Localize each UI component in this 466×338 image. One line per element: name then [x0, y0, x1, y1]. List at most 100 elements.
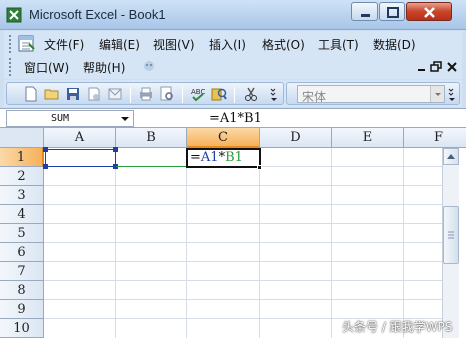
menu-tools[interactable]: 工具(T) [318, 36, 359, 53]
save-icon[interactable] [65, 86, 81, 102]
menu-grip[interactable] [9, 58, 12, 76]
cell-c1-formula: =A1*B1 [190, 150, 243, 165]
close-icon [424, 7, 435, 18]
column-header-c[interactable]: C [187, 128, 260, 148]
worksheet-grid: A B C D E F 1 2 3 4 5 6 7 8 9 10 =A1*B1 [0, 128, 466, 338]
toolbar-options-icon[interactable] [269, 86, 279, 102]
menu-insert[interactable]: 插入(I) [209, 36, 246, 53]
gridline [403, 148, 404, 338]
print-preview-icon[interactable] [159, 86, 175, 102]
column-header-f[interactable]: F [404, 128, 466, 148]
maximize-button[interactable] [379, 2, 405, 21]
name-box-value: SUM [51, 113, 70, 124]
row-header-10[interactable]: 10 [0, 319, 44, 338]
grip-icon [448, 231, 454, 239]
gridline [259, 148, 260, 338]
gridline [44, 204, 442, 205]
gridline [331, 148, 332, 338]
fill-handle[interactable] [257, 165, 262, 170]
menu-format[interactable]: 格式(O) [262, 36, 305, 53]
open-folder-icon[interactable] [44, 86, 60, 102]
row-header-7[interactable]: 7 [0, 262, 44, 281]
cell-b1-reference-highlight[interactable] [116, 149, 187, 167]
row-header-3[interactable]: 3 [0, 186, 44, 205]
row-header-6[interactable]: 6 [0, 243, 44, 262]
print-icon[interactable] [138, 86, 154, 102]
vertical-scrollbar[interactable] [442, 148, 459, 338]
maximize-icon [387, 7, 399, 18]
font-name-select[interactable]: 宋体 [297, 85, 445, 104]
row-header-2[interactable]: 2 [0, 167, 44, 186]
toolbar-strip: ABC [6, 82, 284, 105]
standard-toolbar: ABC 宋体 [4, 80, 462, 107]
font-dropdown-button[interactable] [430, 86, 444, 102]
gridline [44, 223, 442, 224]
row-header-4[interactable]: 4 [0, 205, 44, 224]
title-bar: Microsoft Excel - Book1 [0, 0, 466, 30]
chevron-down-icon [121, 117, 129, 121]
toolbar-separator [234, 87, 235, 103]
menu-window[interactable]: 窗口(W) [24, 59, 69, 76]
window-title: Microsoft Excel - Book1 [29, 7, 166, 22]
spelling-icon[interactable]: ABC [190, 86, 206, 102]
menu-help[interactable]: 帮助(H) [83, 59, 125, 76]
range-handle[interactable] [43, 164, 48, 169]
row-header-1[interactable]: 1 [0, 148, 44, 167]
permission-icon[interactable] [86, 86, 102, 102]
column-header-b[interactable]: B [116, 128, 187, 148]
menu-edit[interactable]: 编辑(E) [99, 36, 140, 53]
cut-icon[interactable] [243, 86, 259, 102]
toolbar-separator [182, 87, 183, 103]
select-all-corner[interactable] [0, 128, 44, 148]
workbook-icon[interactable] [17, 35, 37, 53]
name-box[interactable]: SUM [6, 110, 134, 127]
column-header-d[interactable]: D [260, 128, 332, 148]
research-icon[interactable] [211, 86, 227, 102]
watermark-text: 头条号 / 跟我学WPS [342, 320, 453, 334]
active-cell-c1[interactable]: =A1*B1 [186, 148, 261, 168]
menu-file[interactable]: 文件(F) [44, 36, 84, 53]
gridline [44, 242, 442, 243]
chevron-down-icon [435, 93, 441, 96]
scroll-up-button[interactable] [443, 148, 459, 165]
close-button[interactable] [406, 2, 452, 21]
column-header-e[interactable]: E [332, 128, 404, 148]
menu-view[interactable]: 视图(V) [153, 36, 195, 53]
toolbar-options-icon[interactable] [447, 86, 457, 102]
doc-close-icon[interactable] [445, 60, 459, 74]
row-header-5[interactable]: 5 [0, 224, 44, 243]
formula-prefix: = [190, 150, 201, 165]
gridline [186, 148, 187, 338]
gridline [44, 185, 442, 186]
assistant-icon[interactable] [142, 59, 156, 73]
doc-restore-icon[interactable] [429, 60, 443, 74]
gridline [44, 299, 442, 300]
column-header-a[interactable]: A [44, 128, 116, 148]
scroll-thumb[interactable] [443, 206, 459, 264]
excel-app-icon[interactable] [6, 7, 22, 23]
gridline [44, 280, 442, 281]
minimize-icon [361, 14, 370, 17]
name-box-dropdown[interactable] [117, 111, 133, 126]
menu-bar: 文件(F) 编辑(E) 视图(V) 插入(I) 格式(O) 工具(T) 数据(D… [4, 31, 462, 79]
formatting-toolbar: 宋体 [286, 82, 460, 105]
email-icon[interactable] [107, 86, 123, 102]
gridline [44, 261, 442, 262]
cell-a1-reference-highlight[interactable] [45, 149, 116, 167]
formula-ref-b1: B1 [225, 150, 243, 165]
formula-ref-a1: A1 [200, 150, 219, 165]
toolbar-separator [130, 87, 131, 103]
row-header-9[interactable]: 9 [0, 300, 44, 319]
minimize-button[interactable] [351, 2, 378, 21]
arrow-up-icon [447, 154, 455, 159]
doc-minimize-icon[interactable] [415, 60, 429, 74]
formula-bar: SUM =A1*B1 [0, 108, 466, 128]
row-header-8[interactable]: 8 [0, 281, 44, 300]
menu-grip[interactable] [9, 35, 12, 53]
gridline [115, 148, 116, 338]
range-handle[interactable] [43, 147, 48, 152]
formula-input[interactable]: =A1*B1 [209, 111, 262, 126]
font-name-value: 宋体 [302, 90, 327, 104]
menu-data[interactable]: 数据(D) [373, 36, 416, 53]
new-file-icon[interactable] [23, 86, 39, 102]
